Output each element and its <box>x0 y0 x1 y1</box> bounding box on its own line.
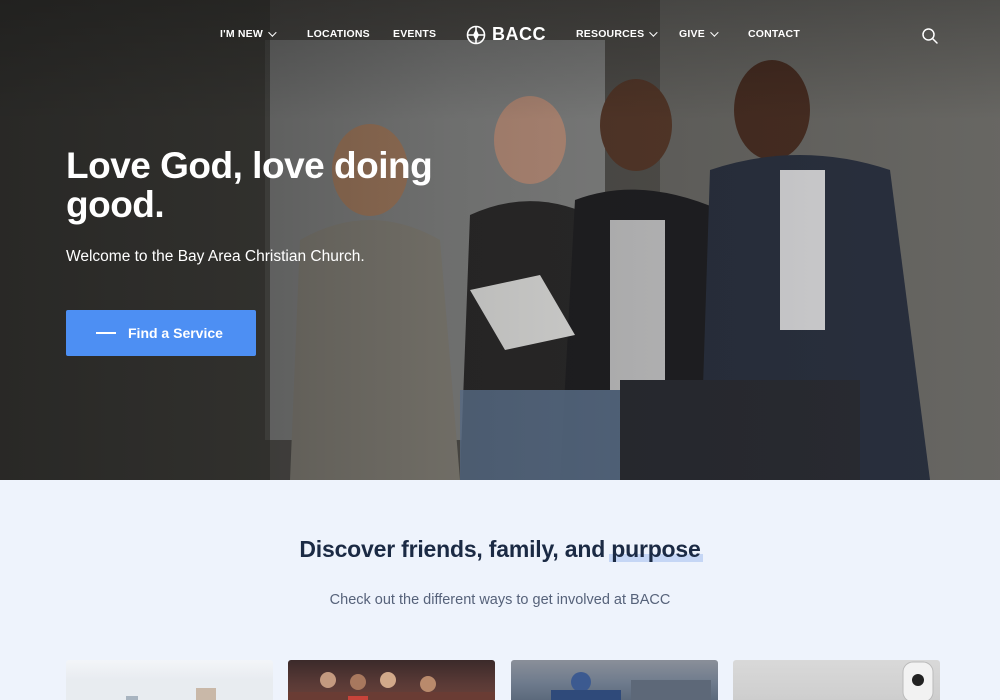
nav-item-label: I'M NEW <box>220 28 263 40</box>
nav-item-label: CONTACT <box>748 28 800 40</box>
nav-item-events[interactable]: EVENTS <box>393 28 436 40</box>
section-title-text: Discover friends, family, and <box>299 536 612 562</box>
involvement-card[interactable] <box>66 660 273 700</box>
involvement-card[interactable] <box>733 660 940 700</box>
site-logo[interactable]: BACC <box>466 24 546 45</box>
chevron-down-icon <box>268 28 277 37</box>
logo-compass-icon <box>466 25 486 44</box>
logo-text: BACC <box>492 24 546 44</box>
top-navigation: I'M NEW LOCATIONS EVENTS BACC RESOURCES … <box>0 0 1000 70</box>
nav-item-contact[interactable]: CONTACT <box>748 28 800 40</box>
nav-item-label: LOCATIONS <box>307 28 370 40</box>
chevron-down-icon <box>710 28 719 37</box>
hero-overlay <box>0 0 1000 480</box>
card-image <box>66 680 273 700</box>
nav-item-label: RESOURCES <box>576 28 645 40</box>
headline-text: Love <box>66 145 161 186</box>
nav-item-locations[interactable]: LOCATIONS <box>307 28 370 40</box>
nav-item-give[interactable]: GIVE <box>679 28 719 40</box>
headline-highlight: God <box>158 145 236 186</box>
card-image <box>288 672 495 700</box>
find-a-service-button[interactable]: Find a Service <box>66 310 256 356</box>
dash-icon <box>96 332 116 334</box>
chevron-down-icon <box>649 28 658 37</box>
card-image <box>902 661 934 700</box>
section-title: Discover friends, family, and purpose <box>0 536 1000 563</box>
nav-item-label: GIVE <box>679 28 705 40</box>
nav-item-im-new[interactable]: I'M NEW <box>220 28 277 40</box>
button-label: Find a Service <box>128 325 223 341</box>
hero-banner: I'M NEW LOCATIONS EVENTS BACC RESOURCES … <box>0 0 1000 480</box>
involvement-card[interactable] <box>511 660 718 700</box>
card-image <box>551 672 711 700</box>
nav-item-resources[interactable]: RESOURCES <box>576 28 658 40</box>
involvement-card[interactable] <box>288 660 495 700</box>
section-title-highlight: purpose <box>609 536 703 562</box>
search-icon[interactable] <box>921 27 939 45</box>
hero-headline: Love God, love doing good. <box>66 146 506 224</box>
hero-subheadline: Welcome to the Bay Area Christian Church… <box>66 248 365 265</box>
section-subtitle: Check out the different ways to get invo… <box>329 592 671 608</box>
nav-item-label: EVENTS <box>393 28 437 40</box>
